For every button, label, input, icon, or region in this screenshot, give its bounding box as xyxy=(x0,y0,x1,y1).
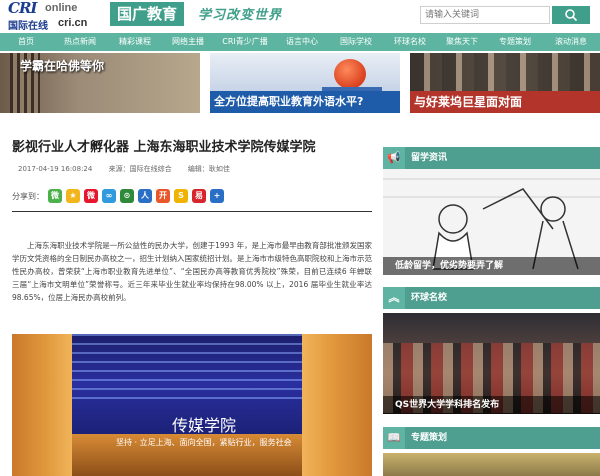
logo-online: online xyxy=(45,2,78,14)
banner-hollywood[interactable]: 与好莱坞巨星面对面 xyxy=(410,53,600,113)
netease-icon[interactable]: 易 xyxy=(192,189,206,203)
share-bar: 分享到： 微 ★ 微 ∞ ⊙ 人 开 S 易 + xyxy=(12,188,228,204)
share-label: 分享到： xyxy=(12,191,44,201)
site-logo[interactable]: CRI online 国际在线 cri.cn xyxy=(8,0,108,32)
nav-item-intl-schools[interactable]: 国际学校 xyxy=(328,33,384,51)
nav-item-hot-news[interactable]: 热点新闻 xyxy=(52,33,108,51)
sidebar-image-special-topics[interactable] xyxy=(383,453,600,476)
nav-item-world-focus[interactable]: 聚焦天下 xyxy=(436,33,488,51)
nav-item-language-center[interactable]: 语言中心 xyxy=(276,33,328,51)
banner-caption: 学霸在哈佛等你 xyxy=(20,59,105,73)
photo-subtitle: 坚持 · 立足上海、面向全国，紧贴行业，服务社会 xyxy=(116,438,292,447)
slogan: 学习改变世界 xyxy=(198,8,283,23)
banner-hollywood-image xyxy=(410,53,600,93)
sidebar-caption: QS世界大学学科排名发布 xyxy=(383,396,600,414)
article-source: 来源：国际在线综合 xyxy=(108,165,172,173)
logo-cri: CRI xyxy=(8,0,37,17)
tencent-weibo-icon[interactable]: ∞ xyxy=(102,189,116,203)
weibo-icon[interactable]: 微 xyxy=(84,189,98,203)
sidebar-heading-label: 专题策划 xyxy=(411,433,448,443)
apple-image xyxy=(334,59,366,89)
article-divider xyxy=(12,211,372,212)
banner-caption: 全方位提高职业教育外语水平? xyxy=(210,91,400,113)
article-date: 2017-04-19 16:08:24 xyxy=(18,165,93,173)
sidebar-heading-global-universities[interactable]: ︽ 环球名校 xyxy=(383,287,600,309)
megaphone-icon: 📢 xyxy=(383,147,405,169)
sidebar-image-study-abroad[interactable]: 低龄留学，优劣势要弄了解 xyxy=(383,169,600,275)
article-paragraph: 上海东海职业技术学院是一所公益性的民办大学，创建于1993 年，是上海市最早由教… xyxy=(12,241,372,302)
search-input[interactable] xyxy=(420,6,550,24)
nav-item-rolling-news[interactable]: 滚动消息 xyxy=(542,33,600,51)
photo-left-wall xyxy=(12,334,72,476)
logo-cn-name: 国际在线 xyxy=(8,21,48,32)
nav-item-global-universities[interactable]: 环球名校 xyxy=(384,33,436,51)
banner-harvard[interactable]: 学霸在哈佛等你 xyxy=(0,53,200,113)
photo-right-wall xyxy=(302,334,372,476)
photo-title: 传媒学院 xyxy=(172,416,237,435)
article-photo: 传媒学院 坚持 · 立足上海、面向全国，紧贴行业，服务社会 xyxy=(12,334,372,476)
banner-vocational-english[interactable]: 全方位提高职业教育外语水平? xyxy=(210,53,400,113)
sohu-icon[interactable]: S xyxy=(174,189,188,203)
douban-icon[interactable]: ⊙ xyxy=(120,189,134,203)
wechat-icon[interactable]: 微 xyxy=(48,189,62,203)
main-nav: 首页 热点新闻 精彩课程 网络主播 CRI青少广播 语言中心 国际学校 环球名校… xyxy=(0,33,600,51)
banner-caption: 与好莱坞巨星面对面 xyxy=(410,91,600,113)
nav-item-youth-radio[interactable]: CRI青少广播 xyxy=(214,33,276,51)
nav-item-anchors[interactable]: 网络主播 xyxy=(162,33,214,51)
search-button[interactable] xyxy=(552,6,590,24)
book-icon: 📖 xyxy=(383,427,405,449)
header: CRI online 国际在线 cri.cn 国广教育 学习改变世界 xyxy=(0,0,600,32)
article-meta: 2017-04-19 16:08:24 来源：国际在线综合 编辑：耿如佳 xyxy=(18,164,244,174)
nav-item-home[interactable]: 首页 xyxy=(0,33,52,51)
search-icon xyxy=(565,9,578,22)
photo-ceiling xyxy=(52,334,332,404)
article-title: 影视行业人才孵化器 上海东海职业技术学院传媒学院 xyxy=(12,140,316,155)
sidebar-image-global-universities[interactable]: QS世界大学学科排名发布 xyxy=(383,313,600,414)
qzone-icon[interactable]: ★ xyxy=(66,189,80,203)
chevron-up-icon: ︽ xyxy=(383,287,405,309)
sidebar-caption: 低龄留学，优劣势要弄了解 xyxy=(383,257,600,275)
nav-item-courses[interactable]: 精彩课程 xyxy=(108,33,162,51)
article-editor: 编辑：耿如佳 xyxy=(187,165,230,173)
kaixin-icon[interactable]: 开 xyxy=(156,189,170,203)
sidebar-heading-study-abroad[interactable]: 📢 留学资讯 xyxy=(383,147,600,169)
renren-icon[interactable]: 人 xyxy=(138,189,152,203)
sidebar-heading-label: 环球名校 xyxy=(411,293,448,303)
sidebar-heading-label: 留学资讯 xyxy=(411,153,448,163)
channel-tag[interactable]: 国广教育 xyxy=(110,2,184,26)
nav-item-special-topics[interactable]: 专题策划 xyxy=(488,33,542,51)
sidebar-heading-special-topics[interactable]: 📖 专题策划 xyxy=(383,427,600,449)
more-icon[interactable]: + xyxy=(210,189,224,203)
logo-domain: cri.cn xyxy=(58,17,88,29)
